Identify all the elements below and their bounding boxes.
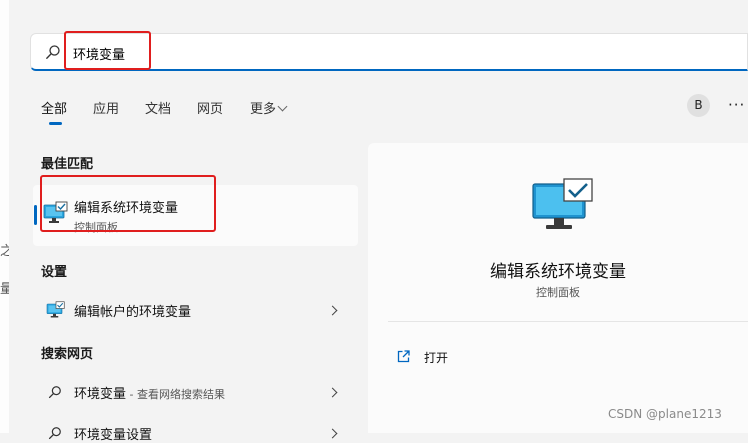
watermark: CSDN @plane1213	[608, 407, 722, 421]
section-title-settings: 设置	[41, 265, 68, 280]
tab-web[interactable]: 网页	[197, 98, 223, 117]
monitor-check-icon	[532, 178, 593, 229]
open-action-label: 打开	[424, 351, 449, 365]
search-icon	[46, 45, 60, 59]
section-title-best-match: 最佳匹配	[41, 157, 94, 172]
search-icon	[48, 386, 61, 399]
detail-subtitle: 控制面板	[536, 286, 580, 299]
open-external-icon	[397, 350, 410, 363]
chevron-down-icon	[277, 101, 288, 112]
tab-active-indicator	[49, 122, 62, 125]
detail-title: 编辑系统环境变量	[490, 262, 626, 282]
web-search-query: 环境变量	[74, 387, 127, 402]
tab-apps[interactable]: 应用	[93, 98, 119, 117]
annotation-highlight-best-match	[40, 175, 216, 232]
monitor-check-icon	[46, 301, 65, 318]
tab-documents[interactable]: 文档	[145, 98, 171, 117]
search-input[interactable]	[71, 41, 675, 65]
selection-indicator	[34, 205, 37, 225]
account-avatar[interactable]: B	[687, 94, 710, 117]
more-options-icon[interactable]: ···	[728, 96, 745, 114]
search-icon	[48, 427, 61, 440]
detail-divider	[388, 321, 748, 322]
settings-item-label: 编辑帐户的环境变量	[74, 305, 192, 320]
tab-more[interactable]: 更多	[250, 98, 288, 117]
web-search-suffix: - 查看网络搜索结果	[126, 388, 225, 401]
annotation-highlight-search	[64, 31, 151, 70]
web-search-item-label: 环境变量 - 查看网络搜索结果	[74, 383, 225, 402]
tab-all[interactable]: 全部	[41, 98, 67, 117]
tab-more-label: 更多	[250, 102, 277, 117]
web-search-item-label: 环境变量设置	[74, 428, 153, 443]
section-title-web-search: 搜索网页	[41, 347, 94, 362]
